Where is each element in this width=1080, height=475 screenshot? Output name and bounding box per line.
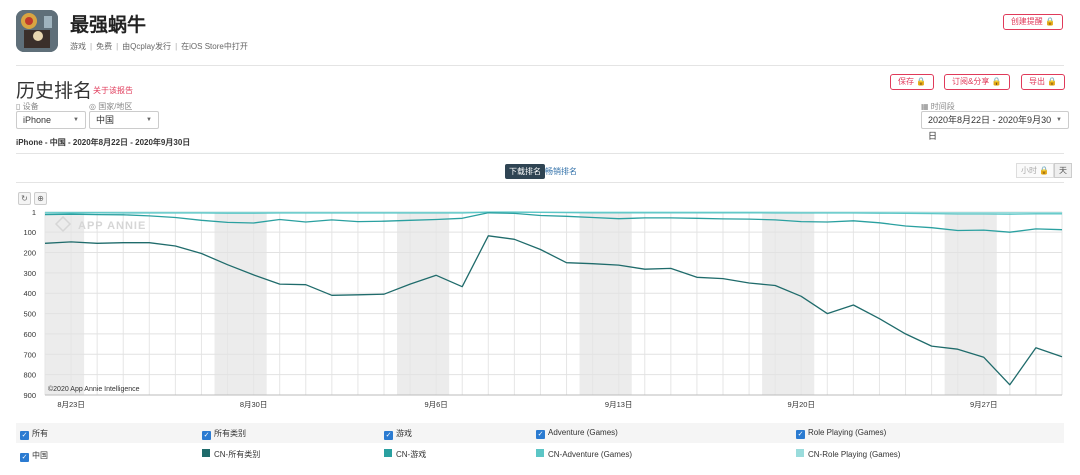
y-tick-label: 1 [32, 208, 36, 217]
y-tick-label: 100 [23, 228, 36, 237]
period-select[interactable]: 2020年8月22日 - 2020年9月30日 ▼ [921, 111, 1069, 141]
app-icon [16, 10, 58, 52]
device-select[interactable]: iPhone ▼ [16, 111, 86, 129]
tab-revenue[interactable]: 畅销排名 [545, 166, 577, 177]
checkbox-icon: ✓ [202, 431, 211, 440]
legend-label: CN-所有类别 [214, 450, 261, 459]
legend-label: Role Playing (Games) [808, 428, 887, 437]
copyright: ©2020 App Annie Intelligence [48, 386, 140, 393]
divider [16, 153, 1064, 154]
legend-label: 中国 [32, 451, 48, 460]
x-tick-label: 9月13日 [605, 400, 633, 409]
legend-toggle-all[interactable]: ✓ 所有 [20, 428, 48, 440]
legend-label: CN-游戏 [396, 450, 427, 459]
series-swatch [384, 449, 392, 457]
app-meta: 游戏 | 免费 | 由Qcplay发行 | 在iOS Store中打开 [70, 42, 248, 51]
x-tick-label: 9月6日 [424, 400, 447, 409]
y-tick-label: 700 [23, 350, 36, 359]
divider [16, 182, 1064, 183]
meta-price: 免费 [96, 42, 113, 51]
y-tick-label: 800 [23, 371, 36, 380]
x-tick-label: 8月23日 [57, 400, 85, 409]
checkbox-icon: ✓ [20, 453, 29, 462]
series-line [44, 212, 1063, 233]
create-alert-button[interactable]: 创建提醒 🔒 [1002, 14, 1063, 30]
y-tick-label: 200 [23, 249, 36, 258]
legend-series-all-categories[interactable]: CN-所有类别 [202, 449, 260, 460]
series-swatch [796, 449, 804, 457]
legend-series-role-playing[interactable]: CN-Role Playing (Games) [796, 449, 900, 459]
x-tick-label: 9月27日 [970, 400, 998, 409]
rank-chart: 1 100 200 300 400 500 600 700 800 900 8月23日 8月30日 9月… [23, 208, 1063, 409]
series-swatch [536, 449, 544, 457]
legend-series-adventure[interactable]: CN-Adventure (Games) [536, 449, 632, 459]
report-subtitle: iPhone - 中国 - 2020年8月22日 - 2020年9月30日 [16, 138, 191, 147]
legend-toggle-all-categories[interactable]: ✓ 所有类别 [202, 428, 246, 440]
country-value: 中国 [96, 115, 115, 125]
legend-series-games[interactable]: CN-游戏 [384, 449, 426, 460]
meta-category[interactable]: 游戏 [70, 42, 86, 51]
y-tick-label: 600 [23, 330, 36, 339]
legend-toggle-china[interactable]: ✓ 中国 [20, 450, 48, 462]
granularity-hour[interactable]: 小时 🔒 [1016, 163, 1055, 178]
tab-downloads[interactable]: 下载排名 [505, 164, 545, 179]
legend-label: CN-Adventure (Games) [548, 450, 633, 459]
series-line [44, 235, 1063, 386]
save-button[interactable]: 保存 🔒 [890, 74, 935, 90]
legend-label: 所有 [32, 429, 48, 438]
divider [16, 65, 1064, 66]
checkbox-icon: ✓ [796, 430, 805, 439]
country-select[interactable]: 中国 ▼ [89, 111, 159, 129]
watermark: APP ANNIE [78, 220, 146, 232]
series-swatch [202, 449, 210, 457]
subscribe-share-button[interactable]: 订阅&分享 🔒 [944, 74, 1010, 90]
checkbox-icon: ✓ [536, 430, 545, 439]
app-title: 最强蜗牛 [70, 15, 147, 36]
x-tick-label: 9月20日 [787, 400, 815, 409]
legend-label: 所有类别 [214, 429, 246, 438]
weekend-band [944, 212, 997, 395]
about-report-link[interactable]: 关于该报告 [93, 85, 133, 96]
checkbox-icon: ✓ [20, 431, 29, 440]
legend-row-series: ✓ 中国 CN-所有类别 CN-游戏 CN-Adventure (Games) C… [16, 444, 1064, 464]
checkbox-icon: ✓ [384, 431, 393, 440]
weekend-band [214, 212, 267, 395]
y-tick-label: 900 [23, 391, 36, 400]
granularity-day[interactable]: 天 [1054, 163, 1072, 178]
legend-toggle-adventure[interactable]: ✓ Adventure (Games) [536, 428, 618, 439]
legend-row-categories: ✓ 所有 ✓ 所有类别 ✓ 游戏 ✓ Adventure (Games) ✓ Role P… [16, 423, 1064, 443]
export-button[interactable]: 导出 🔒 [1021, 74, 1066, 90]
chevron-down-icon: ▼ [73, 117, 79, 123]
chevron-down-icon: ▼ [146, 117, 152, 123]
y-tick-label: 300 [23, 269, 36, 278]
chevron-down-icon: ▼ [1056, 117, 1062, 123]
legend-label: 游戏 [396, 429, 412, 438]
y-tick-label: 500 [23, 310, 36, 319]
y-tick-label: 400 [23, 289, 36, 298]
legend-toggle-games[interactable]: ✓ 游戏 [384, 428, 412, 440]
weekend-band [45, 212, 85, 395]
legend-label: Adventure (Games) [548, 428, 618, 437]
legend-label: CN-Role Playing (Games) [808, 450, 901, 459]
weekend-band [579, 212, 632, 395]
x-tick-label: 8月30日 [240, 400, 268, 409]
weekend-band [397, 212, 450, 395]
device-value: iPhone [23, 115, 52, 125]
legend-toggle-role-playing[interactable]: ✓ Role Playing (Games) [796, 428, 886, 439]
weekend-band [762, 212, 815, 395]
period-value: 2020年8月22日 - 2020年9月30日 [928, 115, 1052, 141]
meta-publisher[interactable]: 由Qcplay发行 [122, 42, 171, 51]
meta-open-store[interactable]: 在iOS Store中打开 [181, 42, 248, 51]
page-title: 历史排名 [16, 81, 93, 102]
